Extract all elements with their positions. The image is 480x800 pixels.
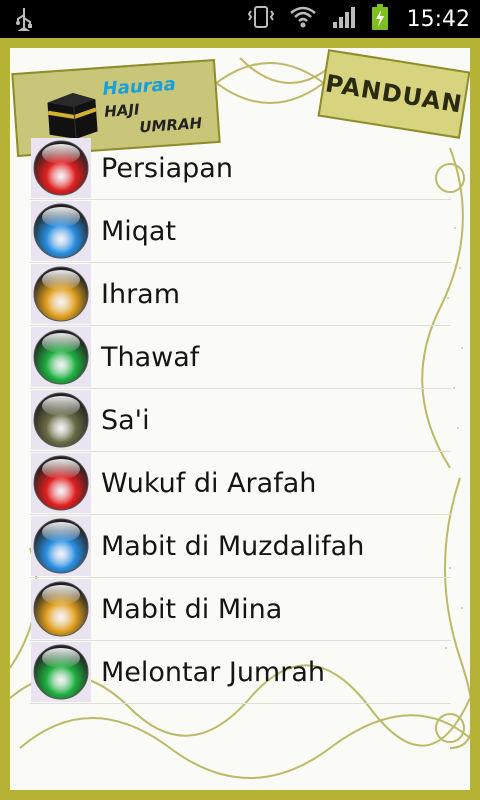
menu-item-label: Thawaf — [101, 341, 200, 373]
menu-item-ihram[interactable]: Ihram — [30, 263, 451, 326]
logo-word-haji: HAJI — [103, 100, 141, 121]
menu-list[interactable]: Persiapan Miqat Ihram Thawaf Sa'i Wukuf … — [30, 137, 451, 753]
logo-word-brand: Hauraa — [101, 73, 177, 100]
menu-item-label: Wukuf di Arafah — [101, 467, 317, 499]
menu-item-label: Ihram — [101, 278, 181, 310]
blue-orb-icon — [31, 201, 91, 261]
green-orb-icon — [31, 642, 91, 702]
battery-charging-icon — [371, 3, 389, 35]
red-orb-icon — [31, 453, 91, 513]
vibrate-icon — [247, 4, 275, 34]
menu-item-persiapan[interactable]: Persiapan — [30, 137, 451, 200]
menu-item-miqat[interactable]: Miqat — [30, 200, 451, 263]
menu-item-melontar-jumrah[interactable]: Melontar Jumrah — [30, 641, 451, 704]
olive-orb-icon — [31, 390, 91, 450]
usb-icon — [14, 6, 34, 36]
app-frame: Hauraa HAJI UMRAH PANDUAN Persiapan Miqa… — [0, 38, 480, 800]
yellow-orb-icon — [31, 579, 91, 639]
menu-item-label: Mabit di Mina — [101, 593, 283, 625]
clock: 15:42 — [406, 6, 470, 32]
yellow-orb-icon — [31, 264, 91, 324]
menu-item-label: Melontar Jumrah — [101, 656, 325, 688]
logo-word-umrah: UMRAH — [138, 114, 203, 137]
menu-item-label: Persiapan — [101, 152, 233, 184]
red-orb-icon — [31, 138, 91, 198]
blue-orb-icon — [31, 516, 91, 576]
menu-item-sai[interactable]: Sa'i — [30, 389, 451, 452]
menu-item-wukuf[interactable]: Wukuf di Arafah — [30, 452, 451, 515]
menu-item-mabit-muzdalifah[interactable]: Mabit di Muzdalifah — [30, 515, 451, 578]
menu-item-label: Miqat — [101, 215, 177, 247]
kaaba-icon — [47, 92, 98, 139]
menu-item-mabit-mina[interactable]: Mabit di Mina — [30, 578, 451, 641]
signal-icon — [331, 4, 357, 34]
menu-item-label: Sa'i — [101, 404, 150, 436]
status-bar: 15:42 — [0, 0, 480, 38]
panduan-label: PANDUAN — [323, 69, 465, 119]
app-content: Hauraa HAJI UMRAH PANDUAN Persiapan Miqa… — [10, 48, 470, 790]
menu-item-label: Mabit di Muzdalifah — [101, 530, 365, 562]
green-orb-icon — [31, 327, 91, 387]
menu-item-thawaf[interactable]: Thawaf — [30, 326, 451, 389]
wifi-icon — [289, 4, 317, 34]
